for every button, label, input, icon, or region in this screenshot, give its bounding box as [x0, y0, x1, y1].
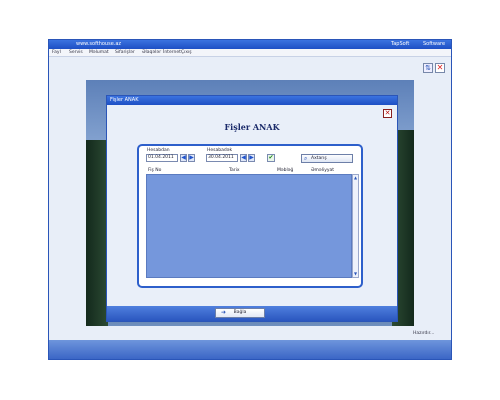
scroll-down-icon[interactable]: ▼: [353, 271, 358, 277]
search-icon: ⌕: [304, 155, 308, 162]
title-right-1: TapSoft: [391, 41, 410, 47]
dialog-close-icon[interactable]: ✕: [383, 109, 392, 118]
menu-item-service[interactable]: Servis: [69, 50, 83, 55]
close-button-label: Bağla: [233, 310, 247, 315]
start-prev-icon[interactable]: ◀: [180, 154, 187, 162]
column-header-1: Fiş No: [148, 168, 162, 173]
dialog-title-bar: Fişler ANAK: [107, 96, 397, 105]
menu-item-file[interactable]: Fayl: [52, 50, 61, 55]
search-button-label: Axtarış: [311, 156, 327, 161]
end-date-label: Hesabadək: [207, 148, 233, 153]
column-header-3: Məbləğ: [277, 168, 294, 173]
vertical-scrollbar[interactable]: ▲ ▼: [352, 174, 359, 278]
menu-item-internet[interactable]: İnternet: [163, 50, 181, 55]
back-arrow-icon: ➜: [221, 309, 227, 316]
search-button[interactable]: ⌕ Axtarış: [301, 154, 353, 163]
status-bar: [49, 340, 451, 359]
end-prev-icon[interactable]: ◀: [240, 154, 247, 162]
scroll-up-icon[interactable]: ▲: [353, 175, 358, 181]
start-next-icon[interactable]: ▶: [188, 154, 195, 162]
apply-check-icon[interactable]: ✔: [267, 154, 275, 162]
column-header-4: Əməliyyat: [311, 168, 335, 173]
menu-item-orders[interactable]: Sifarişlər: [115, 50, 135, 55]
dialog-footer: ➜ Bağla: [107, 306, 397, 321]
dialog-window: Fişler ANAK ✕ Fişler ANAK Hesabdan 01.04…: [106, 95, 398, 322]
records-grid[interactable]: [146, 174, 352, 278]
menu-item-info[interactable]: Məlumat: [89, 50, 109, 55]
menu-bar: Fayl Servis Məlumat Sifarişlər Əlaqələr …: [49, 49, 451, 57]
column-header-2: Tarix: [229, 168, 240, 173]
menu-item-contacts[interactable]: Əlaqələr: [142, 50, 161, 55]
window-title: www.softhouse.az: [76, 41, 122, 47]
close-button[interactable]: ➜ Bağla: [215, 308, 265, 318]
title-bar: www.softhouse.az TapSoft Software: [49, 40, 451, 49]
menu-item-exit[interactable]: Çıxış: [181, 50, 192, 55]
title-right-2: Software: [423, 41, 446, 47]
start-date-input[interactable]: 01.04.2011: [146, 154, 178, 162]
start-date-label: Hesabdan: [147, 148, 170, 153]
dialog-title: Fişler ANAK: [110, 97, 139, 103]
close-icon[interactable]: ✕: [435, 63, 445, 73]
main-window: www.softhouse.az TapSoft Software Fayl S…: [48, 39, 452, 360]
end-date-input[interactable]: 30.04.2011: [206, 154, 238, 162]
status-text: Hazırdır...: [413, 331, 435, 336]
filter-panel: Hesabdan 01.04.2011 ◀ ▶ Hesabadək 30.04.…: [137, 144, 363, 288]
tree-silhouette-left: [86, 140, 108, 326]
end-next-icon[interactable]: ▶: [248, 154, 255, 162]
dialog-heading: Fişler ANAK: [224, 122, 280, 132]
restore-icon[interactable]: ⇅: [423, 63, 433, 73]
